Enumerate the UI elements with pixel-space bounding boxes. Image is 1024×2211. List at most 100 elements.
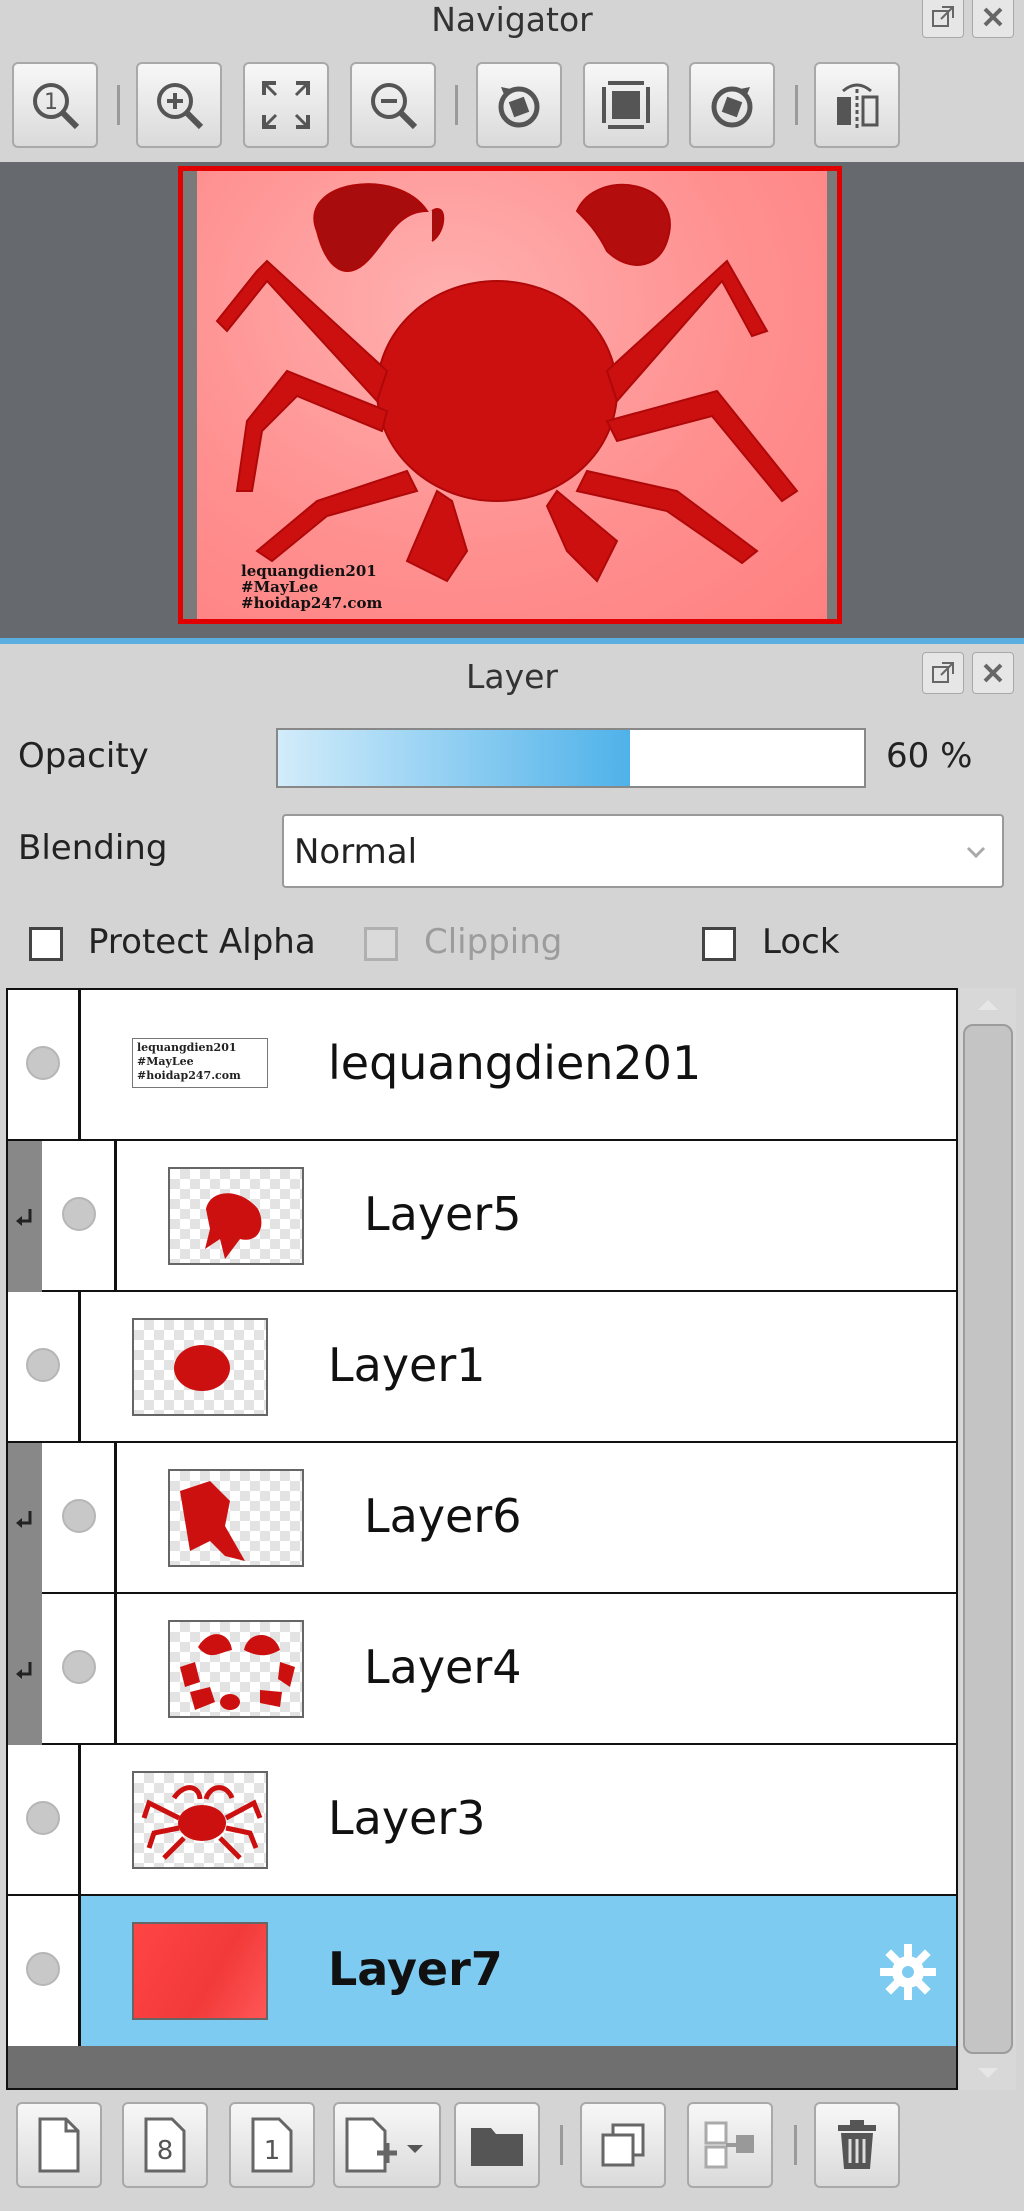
thumbnail-caption-line: #hoidap247.com bbox=[137, 1069, 241, 1082]
duplicate-layer-icon bbox=[601, 2123, 645, 2167]
scroll-up-icon[interactable] bbox=[976, 996, 1000, 1012]
lock-checkbox[interactable] bbox=[702, 927, 736, 961]
svg-text:1: 1 bbox=[264, 2136, 281, 2166]
protect-alpha-checkbox[interactable] bbox=[29, 927, 63, 961]
opacity-label: Opacity bbox=[18, 736, 149, 776]
opacity-slider-fill bbox=[278, 730, 630, 786]
layer-row-layer3[interactable]: Layer3 bbox=[8, 1745, 956, 1897]
layer-row-layer1[interactable]: Layer1 bbox=[8, 1292, 956, 1444]
crab-illustration bbox=[215, 183, 799, 583]
clipping-indicator bbox=[8, 1443, 42, 1595]
toolbar-separator bbox=[795, 85, 798, 125]
float-panel-icon[interactable] bbox=[922, 0, 964, 38]
clip-arrow-icon bbox=[16, 1209, 32, 1226]
layer-row-layer7[interactable]: Layer7 bbox=[8, 1896, 956, 2046]
layer-visibility-icon[interactable] bbox=[26, 1801, 60, 1835]
rotate-left-button[interactable] bbox=[476, 62, 562, 148]
navigator-preview-area[interactable]: lequangdien201 #MayLee #hoidap247.com bbox=[0, 162, 1024, 640]
gear-icon[interactable] bbox=[876, 1940, 940, 2004]
layer-row-layer4[interactable]: Layer4 bbox=[8, 1594, 956, 1746]
new-folder-icon bbox=[471, 2128, 523, 2166]
layer-row-layer5[interactable]: Layer5 bbox=[8, 1141, 956, 1293]
fit-to-window-icon bbox=[262, 81, 310, 129]
layer-visibility-icon[interactable] bbox=[62, 1650, 96, 1684]
layer-thumbnail bbox=[168, 1469, 304, 1567]
zoom-out-icon bbox=[371, 83, 418, 130]
layer-row-divider bbox=[78, 1292, 81, 1444]
layer-row-lequangdien201[interactable]: lequangdien201 #MayLee #hoidap247.com le… bbox=[8, 990, 956, 1142]
layer-visibility-icon[interactable] bbox=[62, 1499, 96, 1533]
opacity-slider[interactable] bbox=[276, 728, 866, 788]
opacity-value: 60 % bbox=[886, 736, 973, 776]
navigator-view-frame[interactable]: lequangdien201 #MayLee #hoidap247.com bbox=[178, 166, 842, 624]
flip-horizontal-icon bbox=[837, 83, 879, 129]
new-8bit-layer-button[interactable]: 8 bbox=[122, 2102, 208, 2188]
new-8bit-layer-icon: 8 bbox=[144, 2117, 186, 2173]
layer-name: Layer1 bbox=[328, 1338, 486, 1392]
flip-horizontal-button[interactable] bbox=[814, 62, 900, 148]
zoom-actual-size-button[interactable]: 1 bbox=[12, 62, 98, 148]
layer-visibility-icon[interactable] bbox=[26, 1952, 60, 1986]
clip-arrow-icon bbox=[16, 1511, 32, 1528]
layer-thumbnail bbox=[168, 1620, 304, 1718]
rotate-right-button[interactable] bbox=[689, 62, 775, 148]
layer-name: Layer6 bbox=[364, 1489, 522, 1543]
zoom-in-icon bbox=[157, 83, 204, 130]
new-1bit-layer-icon: 1 bbox=[251, 2117, 293, 2173]
layer-thumbnail bbox=[132, 1771, 268, 1869]
zoom-in-button[interactable] bbox=[136, 62, 222, 148]
layer-thumbnail bbox=[168, 1167, 304, 1265]
panel-splitter[interactable] bbox=[0, 638, 1024, 644]
rotate-reset-button[interactable] bbox=[583, 62, 669, 148]
canvas-preview: lequangdien201 #MayLee #hoidap247.com bbox=[197, 171, 827, 619]
layer-row-divider bbox=[114, 1594, 117, 1746]
navigator-title: Navigator bbox=[431, 0, 593, 39]
clipping-indicator bbox=[8, 1594, 42, 1746]
layer-visibility-icon[interactable] bbox=[62, 1197, 96, 1231]
layer-row-divider bbox=[78, 990, 81, 1142]
layer-visibility-icon[interactable] bbox=[26, 1348, 60, 1382]
blending-label: Blending bbox=[18, 828, 168, 868]
svg-text:8: 8 bbox=[157, 2136, 174, 2166]
scrollbar-thumb[interactable] bbox=[963, 1024, 1013, 2054]
layer-thumbnail bbox=[132, 1318, 268, 1416]
new-1bit-layer-button[interactable]: 1 bbox=[229, 2102, 315, 2188]
layer-row-divider bbox=[114, 1443, 117, 1595]
layer-row-divider bbox=[78, 1896, 81, 2046]
rotate-reset-icon bbox=[602, 81, 650, 129]
rotate-right-icon bbox=[711, 86, 753, 128]
blending-select[interactable]: Normal bbox=[282, 814, 1004, 888]
thumbnail-caption-line: lequangdien201 bbox=[137, 1041, 237, 1054]
close-panel-icon[interactable] bbox=[972, 652, 1014, 694]
toolbar-separator bbox=[455, 85, 458, 125]
layer-row-layer6[interactable]: Layer6 bbox=[8, 1443, 956, 1595]
layer-panel-title: Layer bbox=[465, 657, 558, 696]
protect-alpha-label: Protect Alpha bbox=[88, 922, 316, 962]
new-layer-button[interactable] bbox=[16, 2102, 102, 2188]
clipping-checkbox[interactable] bbox=[364, 927, 398, 961]
delete-layer-button[interactable] bbox=[814, 2102, 900, 2188]
fit-to-window-button[interactable] bbox=[243, 62, 329, 148]
scroll-down-icon[interactable] bbox=[976, 2066, 1000, 2082]
zoom-out-button[interactable] bbox=[350, 62, 436, 148]
new-layer-menu-icon bbox=[345, 2117, 423, 2173]
toolbar-separator bbox=[560, 2125, 563, 2165]
merge-down-button[interactable] bbox=[687, 2102, 773, 2188]
layer-list-scrollbar[interactable] bbox=[960, 988, 1016, 2090]
duplicate-layer-button[interactable] bbox=[580, 2102, 666, 2188]
close-panel-icon[interactable] bbox=[972, 0, 1014, 38]
merge-down-icon bbox=[704, 2121, 754, 2169]
layer-name: Layer5 bbox=[364, 1187, 522, 1241]
layer-thumbnail: lequangdien201 #MayLee #hoidap247.com bbox=[132, 1038, 268, 1088]
new-folder-button[interactable] bbox=[454, 2102, 540, 2188]
layer-thumbnail bbox=[132, 1922, 268, 2020]
layer-name: Layer7 bbox=[328, 1942, 503, 1996]
new-layer-menu-button[interactable] bbox=[333, 2102, 441, 2188]
blending-value: Normal bbox=[294, 832, 418, 872]
new-layer-icon bbox=[38, 2117, 80, 2173]
float-panel-icon[interactable] bbox=[922, 652, 964, 694]
rotate-left-icon bbox=[498, 86, 540, 128]
layer-name: Layer3 bbox=[328, 1791, 486, 1845]
layer-visibility-icon[interactable] bbox=[26, 1046, 60, 1080]
toolbar-separator bbox=[117, 85, 120, 125]
